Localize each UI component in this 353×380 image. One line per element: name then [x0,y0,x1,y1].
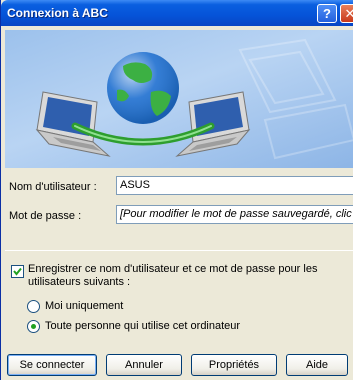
properties-button[interactable]: Propriétés [191,354,277,376]
close-icon[interactable]: ✕ [340,4,353,23]
help-icon[interactable]: ? [317,4,337,23]
radio-selected-dot [31,324,36,329]
password-label: Mot de passe : [9,210,82,222]
password-field[interactable]: [Pour modifier le mot de passe sauvegard… [116,205,353,224]
radio-anyone[interactable] [27,320,40,333]
connect-button[interactable]: Se connecter [7,354,97,376]
help-button[interactable]: Aide [286,354,348,376]
username-label: Nom d'utilisateur : [9,181,97,193]
radio-me-only[interactable] [27,300,40,313]
save-credentials-label: Enregistrer ce nom d'utilisateur et ce m… [28,263,318,288]
checkmark-icon [13,267,22,276]
radio-anyone-label: Toute personne qui utilise cet ordinateu… [45,320,241,332]
title-bar[interactable]: Connexion à ABC ? ✕ [1,0,353,26]
network-banner [5,30,353,168]
network-globe-icon [107,52,179,124]
network-illustration [35,38,353,160]
radio-me-only-label: Moi uniquement [45,300,124,312]
divider [5,250,353,251]
cancel-button[interactable]: Annuler [106,354,182,376]
username-field[interactable]: ASUS [116,176,353,195]
save-credentials-checkbox[interactable] [11,265,24,278]
window-title: Connexion à ABC [7,6,108,20]
connection-dialog: Connexion à ABC ? ✕ [0,0,353,380]
